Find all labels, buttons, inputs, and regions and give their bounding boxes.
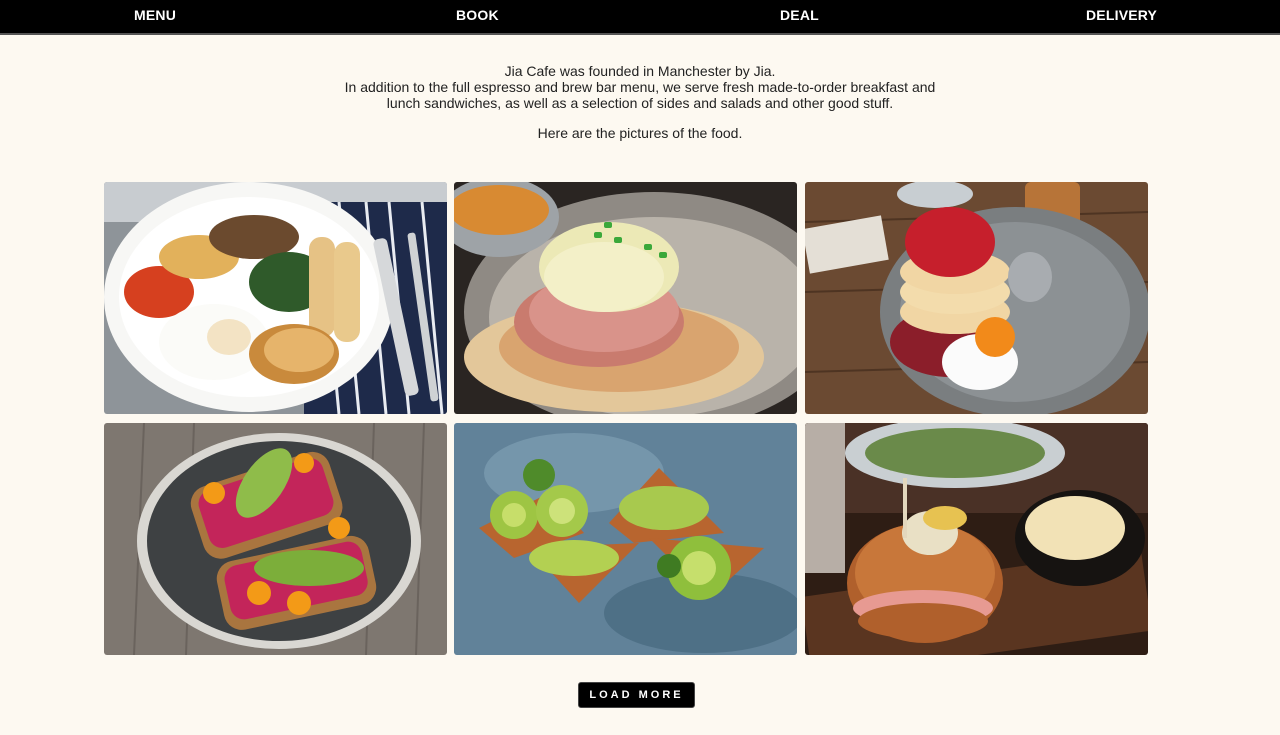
nav-deal-link[interactable]: DEAL bbox=[780, 7, 819, 23]
top-navigation: MENU BOOK DEAL DELIVERY bbox=[0, 0, 1280, 35]
intro-line-founded: Jia Cafe was founded in Manchester by Ji… bbox=[504, 63, 776, 79]
food-gallery bbox=[104, 182, 1148, 656]
eggs-benedict-photo[interactable] bbox=[454, 182, 797, 414]
nav-menu-link[interactable]: MENU bbox=[134, 7, 176, 23]
bagel-sandwich-photo[interactable] bbox=[805, 423, 1148, 655]
intro-line-menu: In addition to the full espresso and bre… bbox=[344, 79, 936, 95]
berry-pancakes-photo[interactable] bbox=[805, 182, 1148, 414]
full-english-breakfast-photo[interactable] bbox=[104, 182, 447, 414]
intro-line-sandwiches: lunch sandwiches, as well as a selection… bbox=[386, 95, 894, 111]
avocado-rose-toast-photo[interactable] bbox=[454, 423, 797, 655]
nav-delivery-link[interactable]: DELIVERY bbox=[1086, 7, 1157, 23]
nav-book-link[interactable]: BOOK bbox=[456, 7, 499, 23]
load-more-button[interactable]: LOAD MORE bbox=[578, 682, 695, 708]
intro-line-pictures: Here are the pictures of the food. bbox=[537, 125, 743, 141]
avocado-beet-toast-photo[interactable] bbox=[104, 423, 447, 655]
intro-text: Jia Cafe was founded in Manchester by Ji… bbox=[0, 63, 1280, 141]
